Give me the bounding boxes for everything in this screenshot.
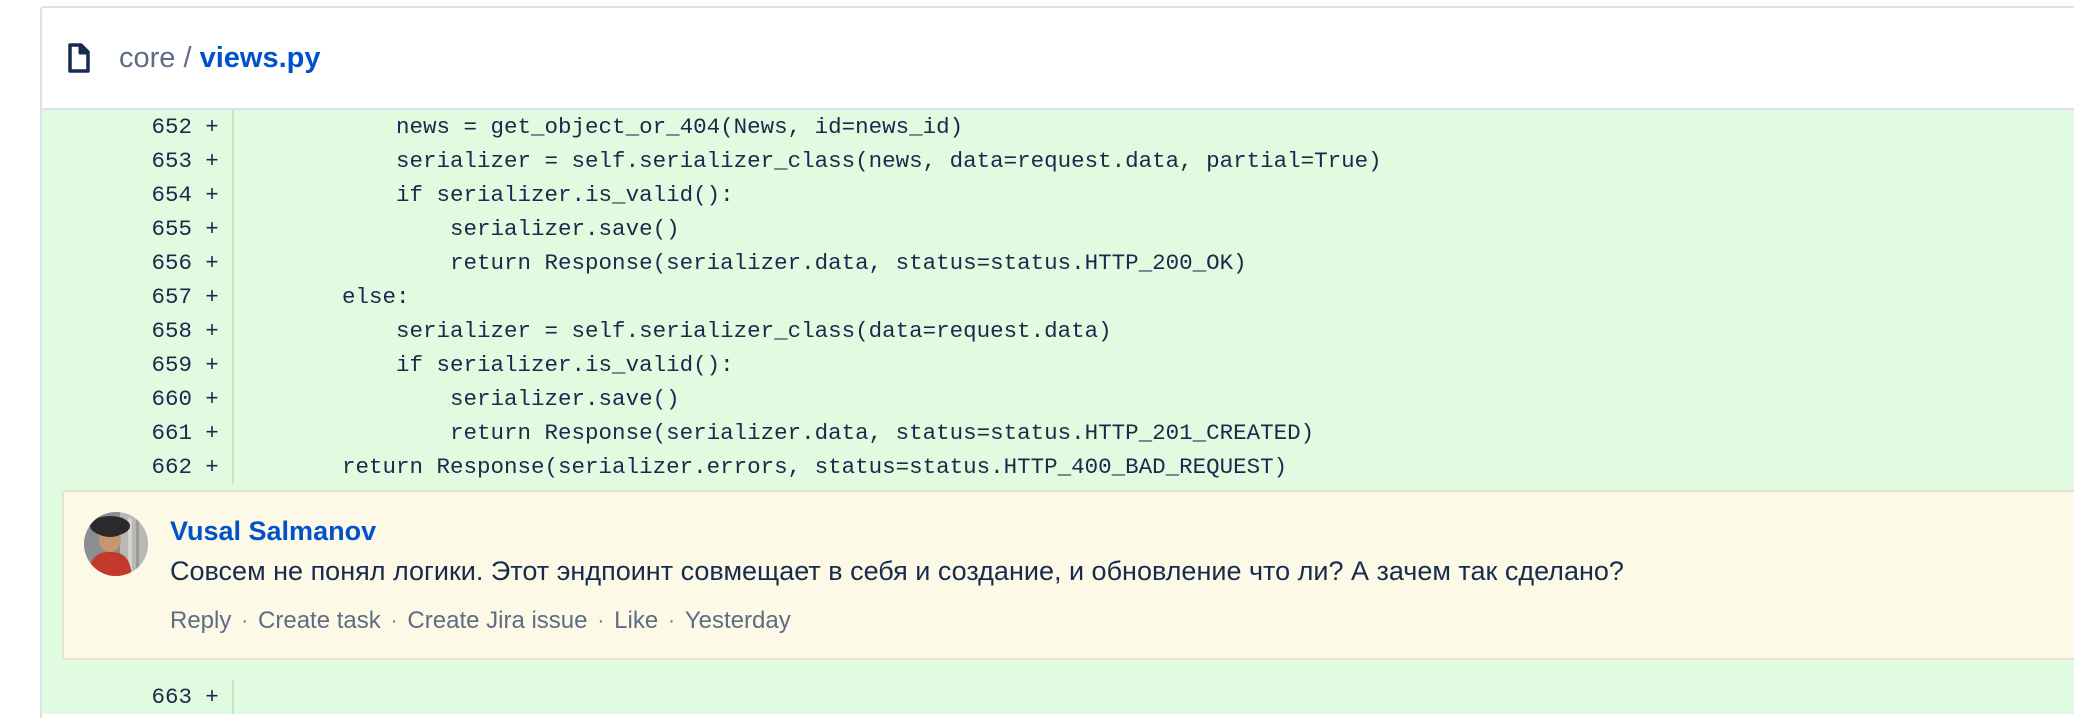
diff-sign: + xyxy=(205,454,219,480)
user-avatar[interactable] xyxy=(84,512,148,576)
diff-sign: + xyxy=(205,386,219,412)
diff-line: 653 + serializer = self.serializer_class(… xyxy=(42,144,2074,178)
like-link[interactable]: Like xyxy=(614,607,658,635)
comment-actions: Reply · Create task · Create Jira issue … xyxy=(170,607,791,635)
action-separator: · xyxy=(241,609,249,632)
code-text: serializer.save() xyxy=(234,216,680,242)
code-text: return Response(serializer.errors, statu… xyxy=(234,454,1288,480)
line-number[interactable]: 652 xyxy=(42,114,192,140)
line-number[interactable]: 661 xyxy=(42,420,192,446)
diff-sign: + xyxy=(205,284,219,310)
diff-line: 657 + else: xyxy=(42,280,2074,314)
line-number[interactable]: 655 xyxy=(42,216,192,242)
file-icon xyxy=(67,43,91,73)
path-separator: / xyxy=(183,41,192,74)
inline-comment: Vusal Salmanov Совсем не понял логики. Э… xyxy=(62,490,2074,660)
diff-line: 659 + if serializer.is_valid(): xyxy=(42,348,2074,382)
line-number[interactable]: 658 xyxy=(42,318,192,344)
diff-lines: 652 + news = get_object_or_404(News, id=n… xyxy=(42,110,2074,484)
code-text: news = get_object_or_404(News, id=news_i… xyxy=(234,114,964,140)
code-text: serializer = self.serializer_class(news,… xyxy=(234,148,1382,174)
diff-sign: + xyxy=(205,148,219,174)
diff-sign: + xyxy=(205,114,219,140)
line-number[interactable]: 659 xyxy=(42,352,192,378)
comment-author[interactable]: Vusal Salmanov xyxy=(170,516,376,547)
code-text: serializer = self.serializer_class(data=… xyxy=(234,318,1112,344)
line-number[interactable]: 656 xyxy=(42,250,192,276)
diff-line: 660 + serializer.save() xyxy=(42,382,2074,416)
code-text: serializer.save() xyxy=(234,386,680,412)
diff-line: 656 + return Response(serializer.data, st… xyxy=(42,246,2074,280)
comment-thread: Vusal Salmanov Совсем не понял логики. Э… xyxy=(42,484,2074,670)
line-number[interactable]: 663 xyxy=(42,684,192,710)
code-text: return Response(serializer.data, status=… xyxy=(234,420,1315,446)
diff-file-panel: core / views.py 652 + news = get_object_o… xyxy=(40,6,2074,718)
diff-line: 655 + serializer.save() xyxy=(42,212,2074,246)
line-number[interactable]: 653 xyxy=(42,148,192,174)
diff-sign: + xyxy=(205,352,219,378)
diff-line: 662 + return Response(serializer.errors, … xyxy=(42,450,2074,484)
action-separator: · xyxy=(390,609,398,632)
reply-link[interactable]: Reply xyxy=(170,607,231,635)
comment-timestamp[interactable]: Yesterday xyxy=(685,607,791,635)
diff-line: 652 + news = get_object_or_404(News, id=n… xyxy=(42,110,2074,144)
diff-line-partial: 663 + xyxy=(42,680,2074,714)
comment-body: Совсем не понял логики. Этот эндпоинт со… xyxy=(170,556,1624,586)
file-name[interactable]: views.py xyxy=(200,42,321,74)
line-number[interactable]: 660 xyxy=(42,386,192,412)
diff-line: 654 + if serializer.is_valid(): xyxy=(42,178,2074,212)
diff-line: 658 + serializer = self.serializer_class(… xyxy=(42,314,2074,348)
line-number[interactable]: 662 xyxy=(42,454,192,480)
create-task-link[interactable]: Create task xyxy=(258,607,381,635)
file-path: core / views.py xyxy=(119,42,321,75)
create-jira-issue-link[interactable]: Create Jira issue xyxy=(407,607,587,635)
diff-sign: + xyxy=(205,250,219,276)
diff-sign: + xyxy=(205,216,219,242)
code-text: if serializer.is_valid(): xyxy=(234,352,734,378)
action-separator: · xyxy=(597,609,605,632)
code-text: if serializer.is_valid(): xyxy=(234,182,734,208)
action-separator: · xyxy=(668,609,675,632)
code-text: else: xyxy=(234,284,410,310)
line-number[interactable]: 654 xyxy=(42,182,192,208)
file-dir[interactable]: core xyxy=(119,42,175,74)
diff-sign: + xyxy=(205,420,219,446)
diff-sign: + xyxy=(205,318,219,344)
gutter-divider xyxy=(232,680,234,714)
diff-line: 661 + return Response(serializer.data, st… xyxy=(42,416,2074,450)
diff-sign: + xyxy=(205,182,219,208)
diff-block: 652 + news = get_object_or_404(News, id=n… xyxy=(42,110,2074,714)
diff-sign: + xyxy=(205,684,219,710)
code-text: return Response(serializer.data, status=… xyxy=(234,250,1247,276)
file-header: core / views.py xyxy=(42,8,2074,110)
line-number[interactable]: 657 xyxy=(42,284,192,310)
